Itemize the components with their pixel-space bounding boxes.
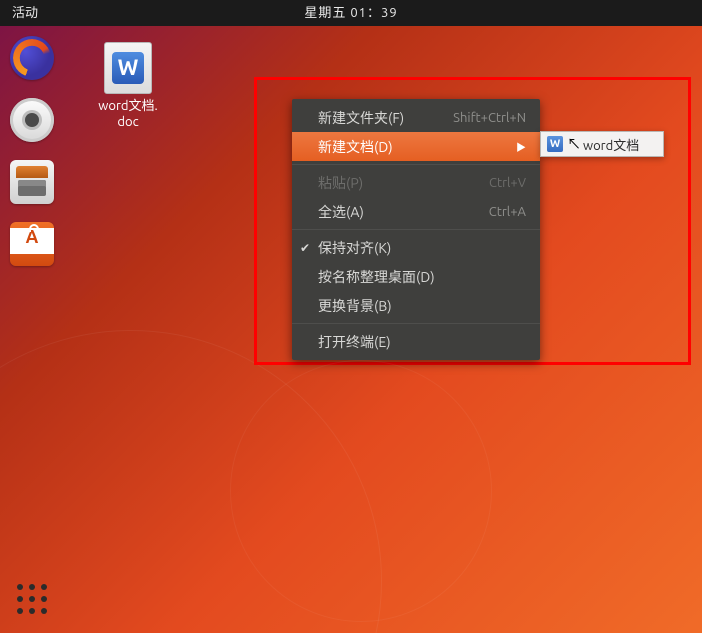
dock [0,26,64,633]
check-icon: ✔ [300,241,310,255]
menu-separator [292,164,540,165]
menu-label: 新建文档(D) [318,137,510,157]
word-template-icon: W [547,136,563,152]
firefox-icon[interactable] [10,36,54,80]
menu-new-folder[interactable]: 新建文件夹(F) Shift+Ctrl+N [292,103,540,132]
submenu-item-word-doc[interactable]: word文档 [583,135,639,154]
menu-separator [292,229,540,230]
menu-organize-by-name[interactable]: 按名称整理桌面(D) [292,262,540,291]
desktop-file-label: word文档. doc [88,98,168,131]
activities-button[interactable]: 活动 [0,0,50,26]
desktop-screen: 活动 星期五 01：39 word文档. doc 新建文件夹(F) Shift+… [0,0,702,633]
menu-accel: Shift+Ctrl+N [453,111,526,125]
menu-select-all[interactable]: 全选(A) Ctrl+A [292,197,540,226]
desktop-context-menu: 新建文件夹(F) Shift+Ctrl+N 新建文档(D) ▶ 粘贴(P) Ct… [292,99,540,360]
submenu-arrow-icon: ▶ [516,139,526,154]
desktop-file-word-doc[interactable]: word文档. doc [88,42,168,131]
menu-label: 粘贴(P) [318,173,489,193]
menu-change-background[interactable]: 更换背景(B) [292,291,540,320]
menu-label: 按名称整理桌面(D) [318,267,526,287]
menu-label: 新建文件夹(F) [318,108,453,128]
menu-label: 更换背景(B) [318,296,526,316]
menu-label: 打开终端(E) [318,332,526,352]
menu-accel: Ctrl+V [489,176,526,190]
new-document-submenu: W ↖ word文档 [540,131,664,157]
top-bar: 活动 星期五 01：39 [0,0,702,26]
menu-keep-aligned[interactable]: ✔ 保持对齐(K) [292,233,540,262]
software-center-icon[interactable] [10,222,54,266]
cursor-icon: ↖ [567,134,581,154]
menu-open-terminal[interactable]: 打开终端(E) [292,327,540,356]
menu-label: 保持对齐(K) [318,238,526,258]
files-icon[interactable] [10,160,54,204]
clock[interactable]: 星期五 01：39 [304,0,397,26]
rhythmbox-icon[interactable] [10,98,54,142]
show-applications-button[interactable] [12,579,52,619]
menu-accel: Ctrl+A [489,205,526,219]
menu-paste: 粘贴(P) Ctrl+V [292,168,540,197]
menu-separator [292,323,540,324]
menu-label: 全选(A) [318,202,489,222]
menu-new-document[interactable]: 新建文档(D) ▶ [292,132,540,161]
word-document-icon [104,42,152,94]
